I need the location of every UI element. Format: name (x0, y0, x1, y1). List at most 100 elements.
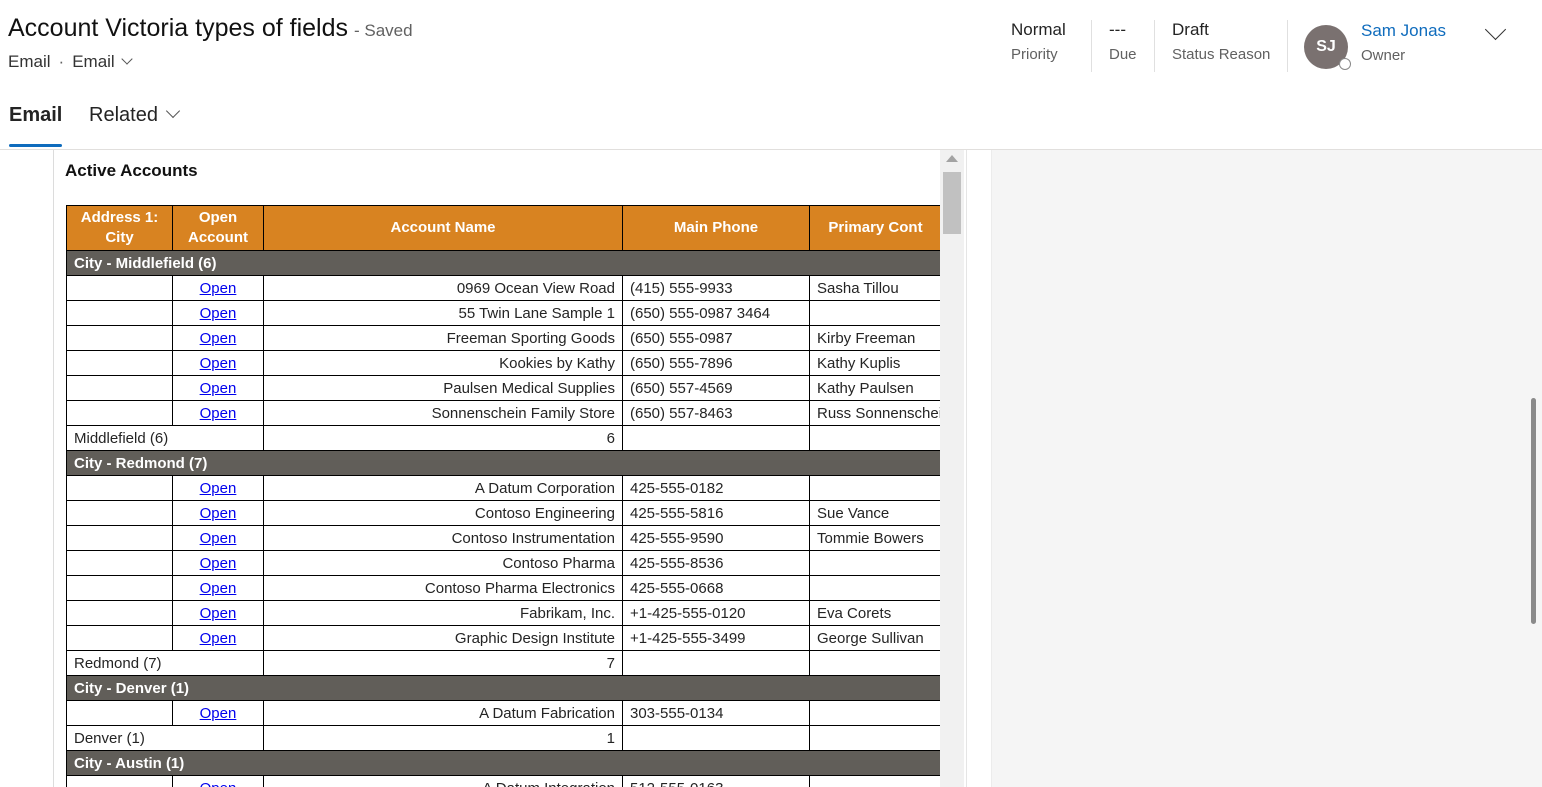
form-name: Email (72, 52, 115, 71)
column-header-account-name[interactable]: Account Name (263, 205, 623, 251)
header-divider (1154, 20, 1155, 72)
open-cell: Open (172, 525, 264, 551)
primary-contact-cell: Russ Sonnenschein (809, 400, 941, 426)
group-header-label[interactable]: City - Denver (1) (66, 675, 941, 701)
scroll-up-arrow-icon[interactable] (946, 155, 958, 162)
open-account-link[interactable]: Open (200, 355, 237, 372)
city-cell (66, 625, 173, 651)
open-account-link[interactable]: Open (200, 530, 237, 547)
page-scrollbar-thumb[interactable] (1531, 398, 1536, 624)
main-phone-cell: +1-425-555-3499 (622, 625, 810, 651)
open-account-link[interactable]: Open (200, 705, 237, 722)
column-header-open-account[interactable]: Open Account (172, 205, 264, 251)
group-footer-label: Denver (1) (66, 725, 264, 751)
header-expand-chevron-icon[interactable] (1484, 18, 1507, 41)
open-cell: Open (172, 550, 264, 576)
main-phone-cell: 512-555-0163 (622, 775, 810, 787)
group-footer-label: Middlefield (6) (66, 425, 264, 451)
city-cell (66, 325, 173, 351)
open-account-link[interactable]: Open (200, 380, 237, 397)
open-account-link[interactable]: Open (200, 605, 237, 622)
account-name-cell: Sonnenschein Family Store (263, 400, 623, 426)
main-phone-cell: 303-555-0134 (622, 700, 810, 726)
group-footer-count: 6 (263, 425, 623, 451)
primary-contact-cell (809, 475, 941, 501)
tab-email[interactable]: Email (9, 104, 63, 147)
report-header-row: Address 1: City Open Account Account Nam… (66, 205, 941, 251)
presence-status-icon (1339, 58, 1351, 70)
group-footer-count: 1 (263, 725, 623, 751)
record-title: Account Victoria types of fields - Saved (8, 14, 413, 43)
account-name-cell: Contoso Instrumentation (263, 525, 623, 551)
table-row: Open Fabrikam, Inc. +1-425-555-0120 Eva Cor… (66, 600, 941, 626)
open-account-link[interactable]: Open (200, 780, 237, 787)
open-account-link[interactable]: Open (200, 580, 237, 597)
open-cell: Open (172, 350, 264, 376)
city-cell (66, 375, 173, 401)
column-header-primary-contact[interactable]: Primary Cont (809, 205, 941, 251)
main-phone-cell: (650) 555-0987 3464 (622, 300, 810, 326)
scrollbar-thumb[interactable] (943, 172, 961, 234)
open-cell: Open (172, 400, 264, 426)
main-phone-cell: 425-555-9590 (622, 525, 810, 551)
account-name-cell: Contoso Pharma Electronics (263, 575, 623, 601)
account-name-cell: Contoso Pharma (263, 550, 623, 576)
open-account-link[interactable]: Open (200, 305, 237, 322)
status-reason-field: Draft Status Reason (1172, 20, 1270, 63)
account-name-cell: 55 Twin Lane Sample 1 (263, 300, 623, 326)
city-cell (66, 550, 173, 576)
form-selector[interactable]: Email (72, 52, 133, 71)
tab-related[interactable]: Related (89, 103, 181, 127)
owner-avatar[interactable]: SJ (1304, 25, 1351, 70)
status-reason-label: Status Reason (1172, 46, 1271, 63)
column-header-main-phone[interactable]: Main Phone (622, 205, 810, 251)
city-cell (66, 700, 173, 726)
account-name-cell: Kookies by Kathy (263, 350, 623, 376)
open-account-link[interactable]: Open (200, 330, 237, 347)
open-account-link[interactable]: Open (200, 630, 237, 647)
account-name-cell: 0969 Ocean View Road (263, 275, 623, 301)
city-cell (66, 500, 173, 526)
primary-contact-cell: Sue Vance (809, 500, 941, 526)
open-cell: Open (172, 575, 264, 601)
table-row: Open Freeman Sporting Goods (650) 555-0987… (66, 325, 941, 351)
open-cell: Open (172, 325, 264, 351)
main-phone-cell: 425-555-5816 (622, 500, 810, 526)
open-cell: Open (172, 625, 264, 651)
open-account-link[interactable]: Open (200, 480, 237, 497)
open-account-link[interactable]: Open (200, 280, 237, 297)
owner-name-link[interactable]: Sam Jonas (1361, 21, 1446, 41)
primary-contact-cell (809, 550, 941, 576)
due-label: Due (1109, 46, 1137, 63)
city-cell (66, 575, 173, 601)
account-name-cell: Contoso Engineering (263, 500, 623, 526)
empty-cell (809, 725, 941, 751)
open-cell: Open (172, 775, 264, 787)
primary-contact-cell (809, 575, 941, 601)
tab-related-label: Related (89, 104, 158, 126)
save-status: - Saved (354, 21, 413, 40)
owner-label: Owner (1361, 47, 1406, 64)
account-name-cell: Freeman Sporting Goods (263, 325, 623, 351)
primary-contact-cell: Sasha Tillou (809, 275, 941, 301)
report-vertical-scrollbar[interactable] (940, 150, 964, 787)
primary-contact-cell: Kirby Freeman (809, 325, 941, 351)
group-header-label[interactable]: City - Austin (1) (66, 750, 941, 776)
avatar-initials: SJ (1316, 38, 1336, 55)
column-header-city[interactable]: Address 1: City (66, 205, 173, 251)
city-cell (66, 475, 173, 501)
open-account-link[interactable]: Open (200, 555, 237, 572)
priority-field: Normal Priority (1011, 20, 1066, 63)
account-name-cell: A Datum Fabrication (263, 700, 623, 726)
open-cell: Open (172, 300, 264, 326)
table-row: Open Contoso Pharma Electronics 425-555-06… (66, 575, 941, 601)
open-account-link[interactable]: Open (200, 505, 237, 522)
group-header-label[interactable]: City - Redmond (7) (66, 450, 941, 476)
group-footer-row: Redmond (7) 7 (66, 650, 941, 676)
main-phone-cell: (650) 555-0987 (622, 325, 810, 351)
group-header-row: City - Denver (1) (66, 675, 941, 701)
title-text: Account Victoria types of fields (8, 14, 348, 42)
open-account-link[interactable]: Open (200, 405, 237, 422)
group-header-label[interactable]: City - Middlefield (6) (66, 250, 941, 276)
priority-value: Normal (1011, 20, 1066, 39)
